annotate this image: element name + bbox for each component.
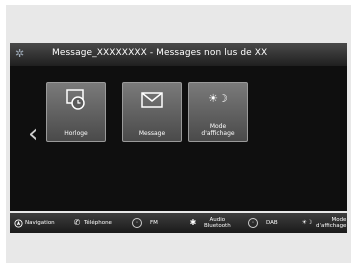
notification-icon: ✲ — [15, 47, 25, 60]
fm-label: FM — [150, 220, 158, 226]
bottom-nav-telephone[interactable]: ✆ Téléphone — [72, 213, 112, 233]
clock-icon — [47, 89, 105, 115]
mode-label-line2: d'affichage — [316, 223, 347, 229]
display-mode-label: Mode d'affichage — [316, 217, 346, 229]
message-tile-label: Message — [138, 130, 166, 137]
telephone-label: Téléphone — [84, 220, 112, 226]
notification-title: Message_XXXXXXXX - Messages non lus de X… — [52, 48, 268, 58]
audio-bluetooth-label: Audio Bluetooth — [204, 217, 231, 229]
display-mode-tile-label: Mode d'affichage — [189, 123, 247, 137]
navigation-label: Navigation — [25, 220, 55, 226]
display-mode-label-line1: Mode — [209, 123, 227, 130]
bluetooth-icon: ✱ — [189, 218, 197, 227]
home-screen: ‹ Horloge Message ☀☽ Mode d'affichage — [10, 66, 347, 216]
clock-tile-label: Horloge — [64, 130, 88, 137]
chevron-left-icon[interactable]: ‹ — [28, 121, 38, 147]
display-mode-icon: ☀☽ — [208, 92, 228, 105]
bottom-nav-audio-bluetooth[interactable]: ✱ Audio Bluetooth — [188, 213, 231, 233]
display-mode-small-icon: ☀☽ — [301, 219, 313, 226]
phone-icon: ✆ — [73, 218, 81, 227]
bottom-nav-dab[interactable]: ◦ DAB — [248, 213, 278, 233]
audio-label-line2: Bluetooth — [204, 223, 231, 229]
message-tile[interactable]: Message — [122, 82, 182, 142]
message-notification-bar[interactable]: ✲ Message_XXXXXXXX - Messages non lus de… — [10, 43, 347, 66]
display-mode-label-line2: d'affichage — [201, 130, 235, 137]
bottom-nav-fm[interactable]: ◦ FM — [132, 213, 158, 233]
bottom-nav-display-mode[interactable]: ☀☽ Mode d'affichage — [300, 213, 347, 233]
navigation-icon — [13, 218, 23, 228]
display-mode-tile[interactable]: ☀☽ Mode d'affichage — [188, 82, 248, 142]
bottom-navigation-bar: Navigation ✆ Téléphone ◦ FM ✱ Audio Blue… — [10, 213, 347, 233]
envelope-icon — [123, 89, 181, 115]
bottom-nav-navigation[interactable]: Navigation — [13, 213, 55, 233]
clock-tile[interactable]: Horloge — [46, 82, 106, 142]
radio-dab-icon: ◦ — [248, 218, 258, 228]
dab-label: DAB — [266, 220, 278, 226]
radio-fm-icon: ◦ — [132, 218, 142, 228]
